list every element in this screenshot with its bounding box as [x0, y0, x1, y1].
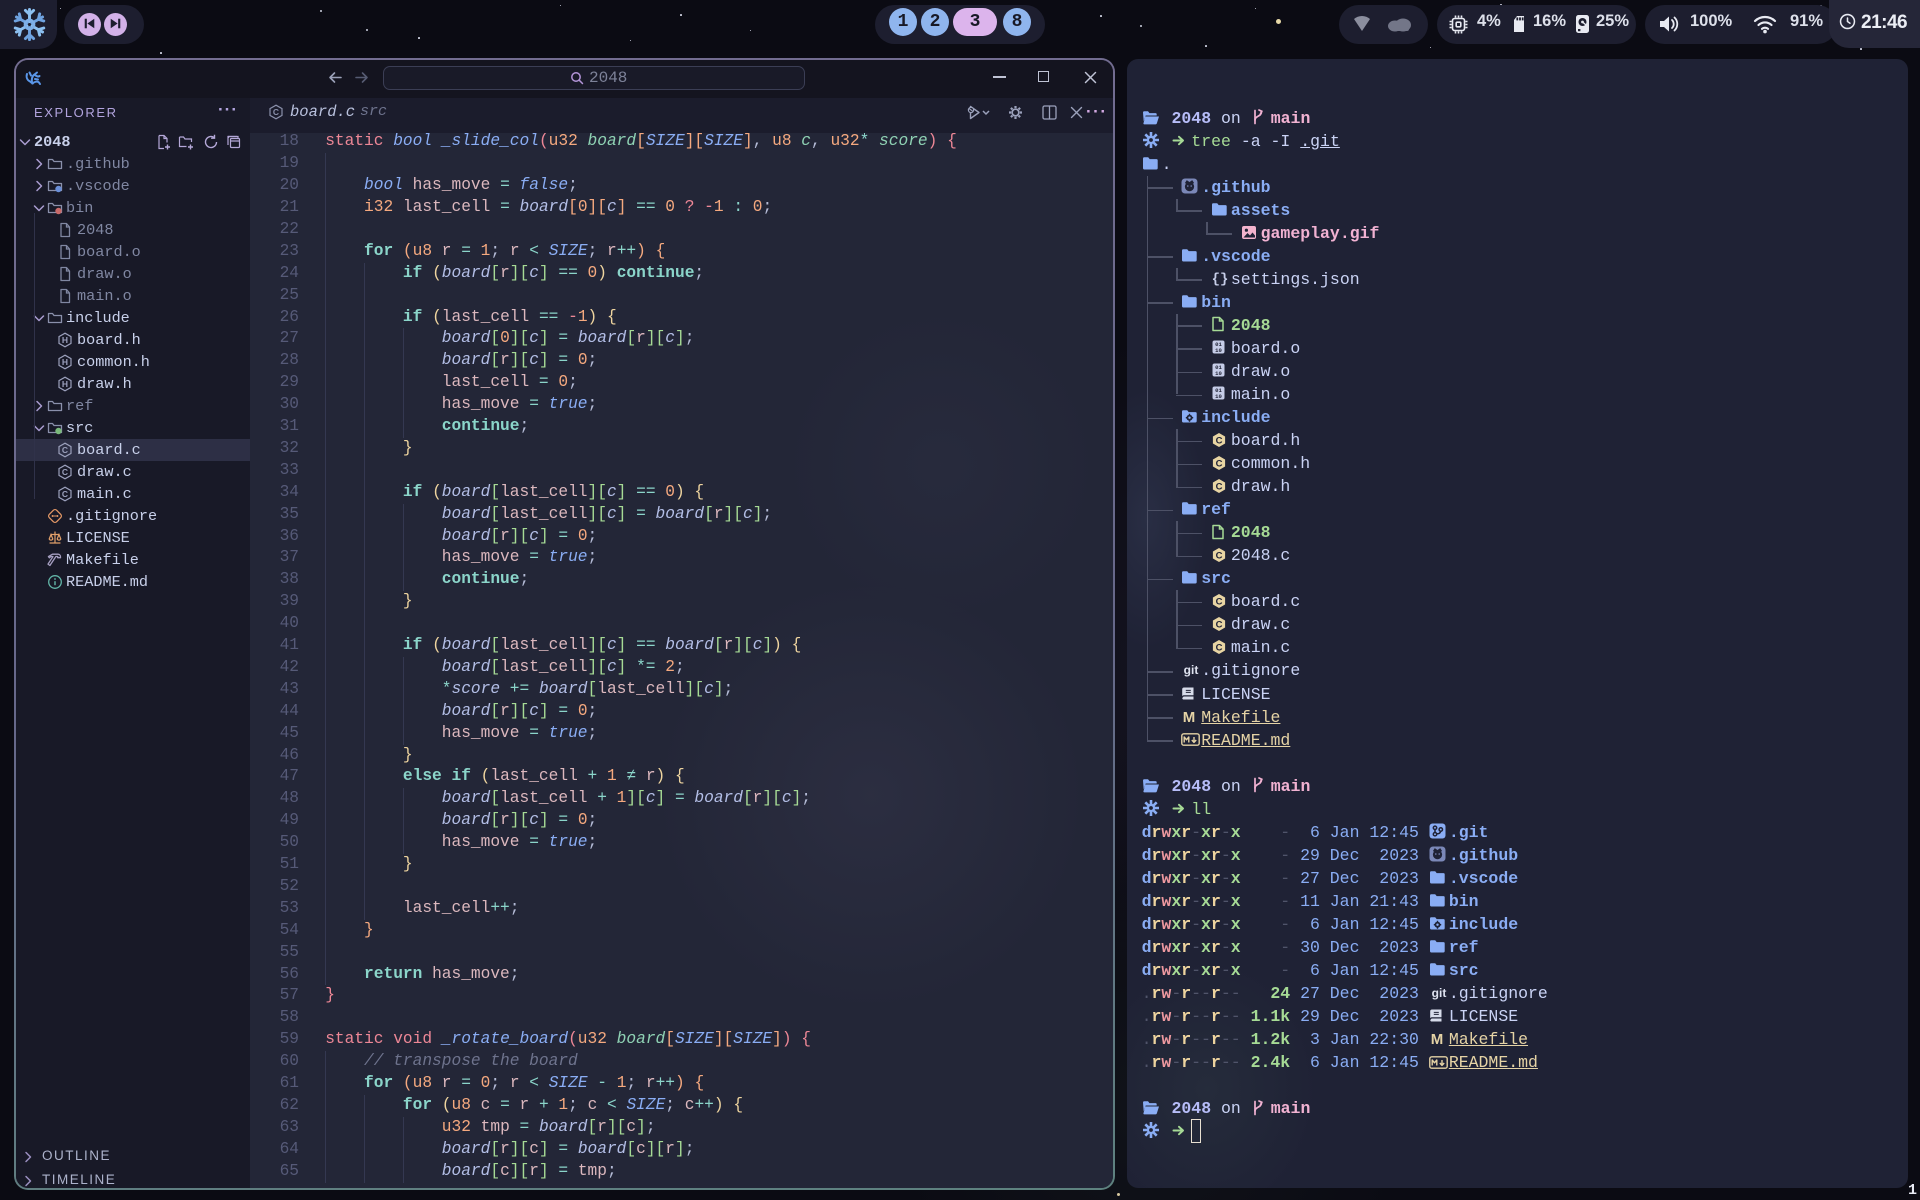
svg-text:C: C — [1215, 643, 1222, 654]
svg-text:C: C — [62, 445, 68, 455]
svg-text:H: H — [62, 357, 68, 367]
svg-text:C: C — [273, 107, 279, 117]
svg-text:C: C — [1215, 619, 1222, 630]
svg-text:H: H — [62, 379, 68, 389]
svg-text:10: 10 — [1215, 370, 1222, 377]
svg-text:C: C — [62, 467, 68, 477]
svg-text:M: M — [1183, 709, 1196, 724]
svg-text:git: git — [1431, 986, 1446, 1000]
svg-text:10: 10 — [1215, 393, 1222, 400]
svg-text:C: C — [1215, 458, 1222, 469]
svg-text:git: git — [1184, 663, 1199, 677]
svg-text:M: M — [1431, 1031, 1444, 1046]
svg-text:C: C — [62, 489, 68, 499]
svg-text:10: 10 — [1215, 347, 1222, 354]
svg-text:{}: {} — [1212, 272, 1229, 287]
svg-text:C: C — [1215, 481, 1222, 492]
svg-text:H: H — [62, 335, 68, 345]
svg-text:C: C — [1215, 550, 1222, 561]
svg-text:C: C — [1215, 435, 1222, 446]
svg-text:C: C — [1215, 596, 1222, 607]
